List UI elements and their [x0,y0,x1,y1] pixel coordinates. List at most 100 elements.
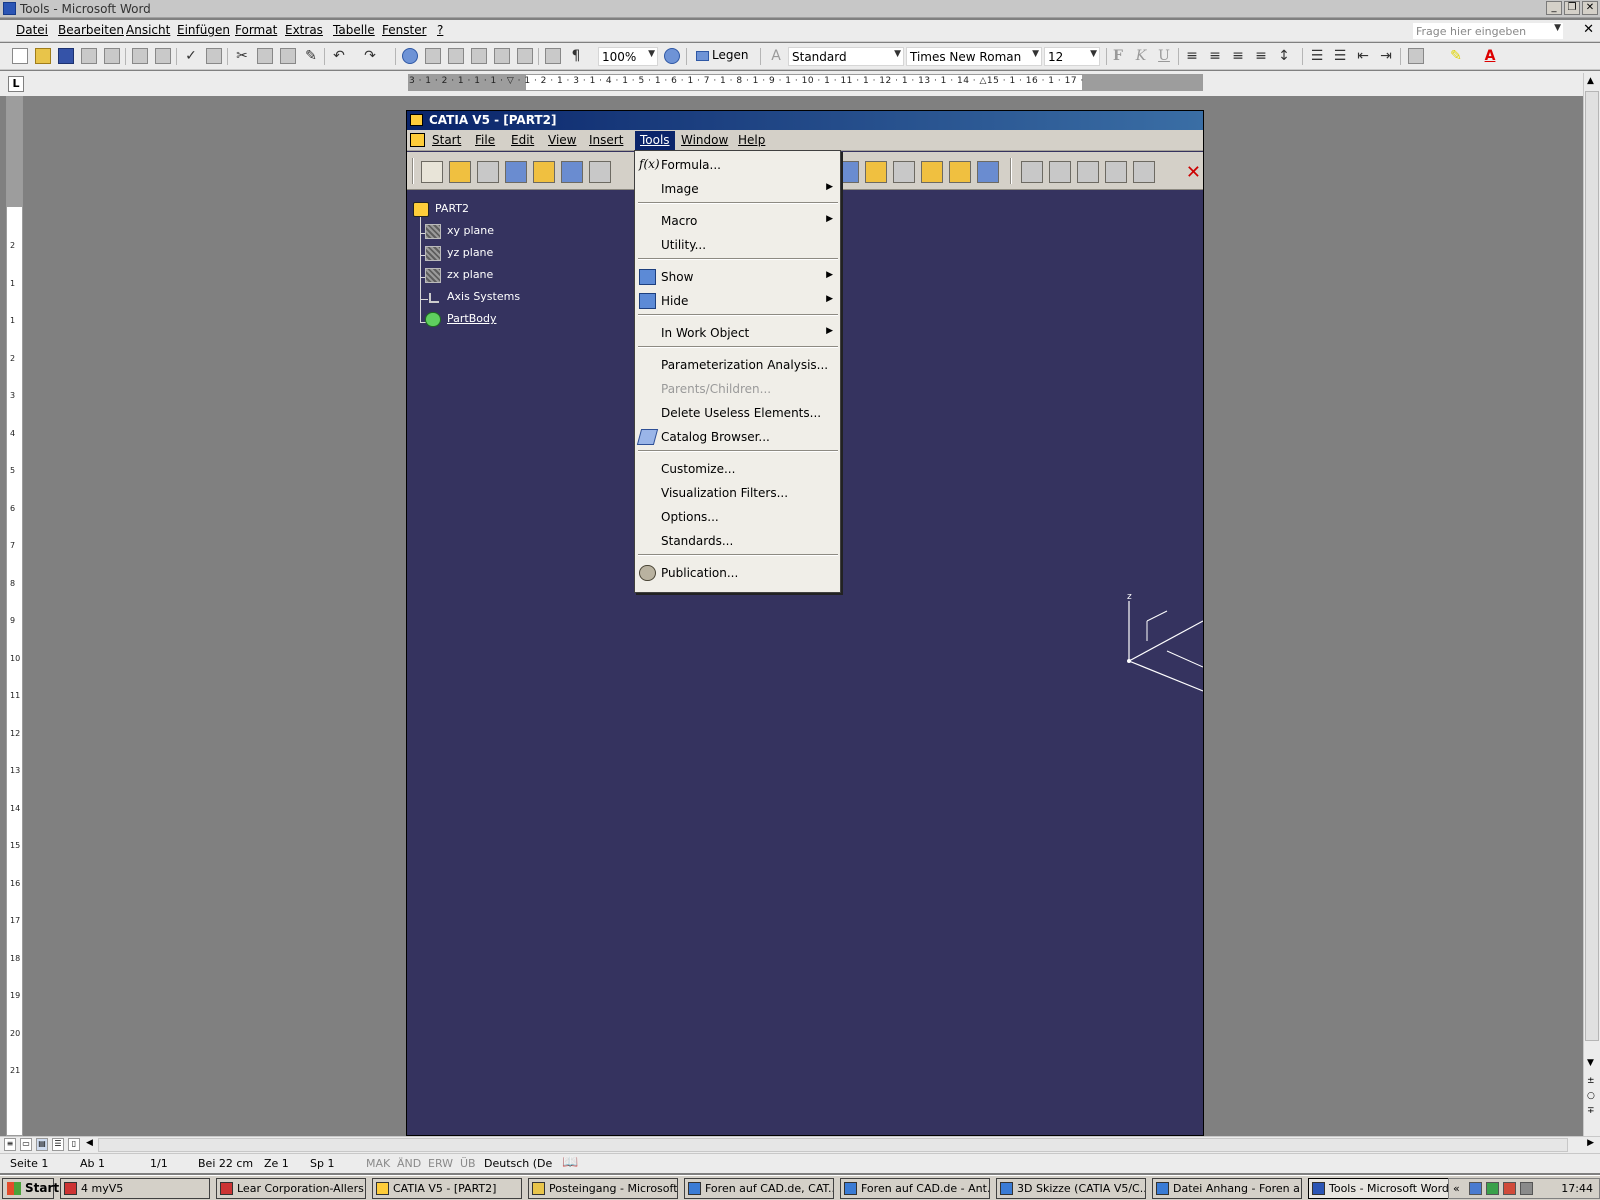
menu-item-image[interactable]: Image ▶ [636,177,839,201]
insert-table-icon[interactable] [448,48,464,64]
tray-expand-icon[interactable]: « [1453,1182,1460,1195]
catia-menu-insert[interactable]: Insert [589,133,623,147]
align-left-icon[interactable]: ≡ [1184,48,1200,64]
catia-tool-icon[interactable] [977,161,999,183]
scroll-left-icon[interactable]: ◀ [86,1138,93,1148]
catia-tool-icon[interactable] [1021,161,1043,183]
status-extend[interactable]: ERW [428,1157,453,1170]
paste-icon[interactable] [280,48,296,64]
line-spacing-icon[interactable]: ↕ [1276,48,1292,64]
scroll-up-icon[interactable]: ▲ [1587,76,1594,86]
horizontal-scroll-track[interactable] [98,1138,1568,1152]
menu-datei[interactable]: Datei [16,23,48,37]
spellcheck-icon[interactable]: ✓ [183,48,199,64]
normal-view-icon[interactable]: ≡ [4,1138,16,1151]
catia-tool-icon[interactable] [421,161,443,183]
catia-tool-icon[interactable] [1049,161,1071,183]
task-lear[interactable]: Lear Corporation-Allers... [216,1178,366,1199]
open-folder-icon[interactable] [35,48,51,64]
catia-tool-icon[interactable] [1105,161,1127,183]
research-icon[interactable] [206,48,222,64]
menu-ansicht[interactable]: Ansicht [126,23,170,37]
hyperlink-icon[interactable] [402,48,418,64]
spelling-status-icon[interactable]: 📖 [562,1155,578,1170]
menu-fenster[interactable]: Fenster [382,23,427,37]
minimize-button[interactable]: _ [1546,1,1562,15]
status-macro-record[interactable]: MAK [366,1157,390,1170]
horizontal-ruler[interactable]: 3 · 1 · 2 · 1 · 1 · 1 · ▽ · 1 · 2 · 1 · … [408,74,1203,91]
status-overtype[interactable]: ÜB [460,1157,476,1170]
catia-menu-window[interactable]: Window [681,133,728,147]
menu-item-catalog-browser[interactable]: Catalog Browser... [636,425,839,449]
undo-icon[interactable]: ↶ [331,48,347,64]
menu-bearbeiten[interactable]: Bearbeiten [58,23,124,37]
catia-tool-icon[interactable] [505,161,527,183]
save-icon[interactable] [58,48,74,64]
catia-tool-icon[interactable] [949,161,971,183]
menu-item-parameterization-analysis[interactable]: Parameterization Analysis... [636,353,839,377]
word-app-icon[interactable] [3,2,16,15]
catia-tool-icon[interactable] [865,161,887,183]
align-right-icon[interactable]: ≡ [1230,48,1246,64]
borders-icon[interactable] [1408,48,1424,64]
web-view-icon[interactable]: ▭ [20,1138,32,1151]
catia-tool-icon[interactable] [893,161,915,183]
catia-logo-icon[interactable] [410,133,425,147]
email-icon[interactable] [104,48,120,64]
catia-tool-icon[interactable] [921,161,943,183]
ask-question-input[interactable]: Frage hier eingeben ▼ [1412,22,1564,40]
catia-close-icon[interactable]: ✕ [1186,162,1201,183]
catia-menu-edit[interactable]: Edit [511,133,534,147]
increase-indent-icon[interactable]: ⇥ [1378,48,1394,64]
permission-icon[interactable] [81,48,97,64]
next-page-icon[interactable]: ∓ [1587,1106,1595,1116]
catia-menu-file[interactable]: File [475,133,495,147]
print-icon[interactable] [132,48,148,64]
axis-compass[interactable]: z [1107,591,1203,701]
zoom-select[interactable]: 100% ▼ [598,47,658,66]
menu-item-macro[interactable]: Macro ▶ [636,209,839,233]
menu-item-options[interactable]: Options... [636,505,839,529]
vertical-ruler[interactable]: 211 2345 6789 10 11 12 13 14 15 16 17 18 19 20 21 [6,96,23,1136]
menu-item-standards[interactable]: Standards... [636,529,839,553]
catia-tool-icon[interactable] [477,161,499,183]
network-icon[interactable] [1469,1182,1482,1195]
browse-object-icon[interactable]: ○ [1587,1091,1595,1101]
task-ie-3[interactable]: 3D Skizze (CATIA V5/C... [996,1178,1146,1199]
catia-menu-start[interactable]: Start [432,133,461,147]
start-button[interactable]: Start [2,1178,59,1199]
reading-view-icon[interactable]: ▯ [68,1138,80,1151]
bold-button[interactable]: F [1110,48,1126,64]
document-close-icon[interactable]: ✕ [1583,22,1594,37]
scroll-thumb[interactable] [1585,91,1599,1041]
menu-tabelle[interactable]: Tabelle [333,23,375,37]
read-button[interactable]: Legen [694,46,750,66]
tab-selector[interactable]: L [8,76,24,92]
font-size-select[interactable]: 12 ▼ [1044,47,1100,66]
menu-extras[interactable]: Extras [285,23,323,37]
cut-icon[interactable]: ✂ [234,48,250,64]
previous-page-icon[interactable]: ± [1587,1076,1595,1086]
task-catia[interactable]: CATIA V5 - [PART2] [372,1178,522,1199]
antivirus-icon[interactable] [1503,1182,1516,1195]
font-select[interactable]: Times New Roman ▼ [906,47,1042,66]
justify-icon[interactable]: ≡ [1253,48,1269,64]
redo-icon[interactable]: ↷ [362,48,378,64]
security-icon[interactable] [1486,1182,1499,1195]
help-icon[interactable] [664,48,680,64]
show-formatting-icon[interactable]: ¶ [568,48,584,64]
new-document-icon[interactable] [12,48,28,64]
style-select[interactable]: Standard ▼ [788,47,904,66]
menu-item-delete-useless-elements[interactable]: Delete Useless Elements... [636,401,839,425]
bullets-icon[interactable]: ☰ [1332,48,1348,64]
close-button[interactable]: ✕ [1582,1,1598,15]
numbering-icon[interactable]: ☰ [1309,48,1325,64]
menu-einfuegen[interactable]: Einfügen [177,23,230,37]
catia-menu-help[interactable]: Help [738,133,765,147]
catia-tool-icon[interactable] [1133,161,1155,183]
italic-button[interactable]: K [1133,48,1149,64]
insert-excel-icon[interactable] [471,48,487,64]
status-language[interactable]: Deutsch (De [484,1157,552,1170]
menu-item-hide[interactable]: Hide ▶ [636,289,839,313]
restore-button[interactable]: ❐ [1564,1,1580,15]
